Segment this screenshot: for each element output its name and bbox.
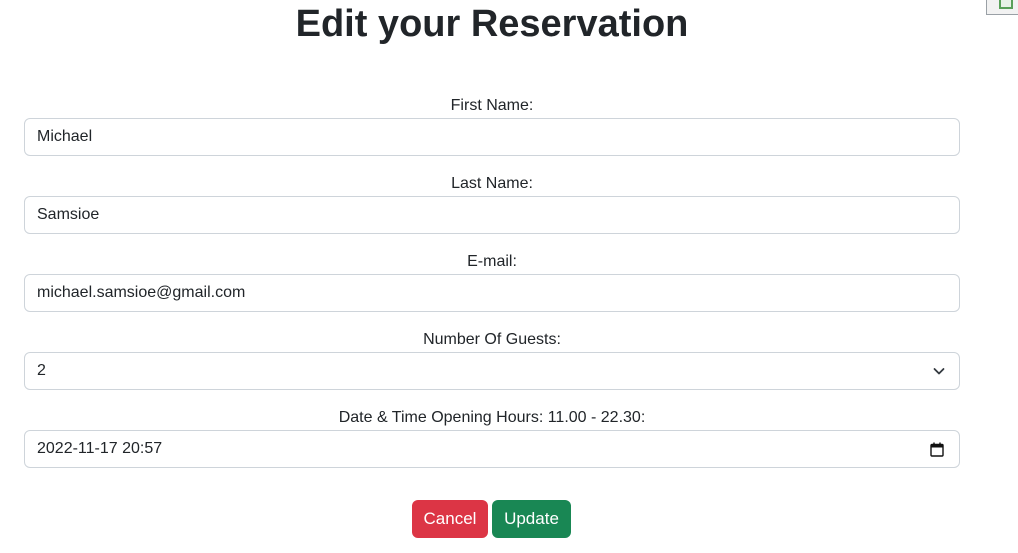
- first-name-input[interactable]: Michael: [24, 118, 960, 156]
- email-input[interactable]: michael.samsioe@gmail.com: [24, 274, 960, 312]
- update-button[interactable]: Update: [492, 500, 571, 538]
- first-name-value: Michael: [37, 128, 93, 145]
- last-name-label: Last Name:: [451, 175, 533, 192]
- email-label: E-mail:: [467, 253, 517, 270]
- last-name-value: Samsioe: [37, 206, 100, 223]
- datetime-value: 2022-11-17 20:57: [37, 440, 163, 457]
- email-value: michael.samsioe@gmail.com: [37, 284, 246, 301]
- chevron-down-icon: [933, 368, 945, 375]
- cancel-button[interactable]: Cancel: [412, 500, 488, 538]
- page-title: Edit your Reservation: [295, 3, 689, 45]
- first-name-label: First Name:: [450, 97, 534, 114]
- datetime-label: Date & Time Opening Hours: 11.00 - 22.30…: [338, 409, 646, 426]
- calendar-icon[interactable]: [930, 442, 944, 457]
- guests-select[interactable]: 2: [24, 352, 960, 390]
- corner-thumbnail-icon: [986, 0, 1018, 15]
- last-name-input[interactable]: Samsioe: [24, 196, 960, 234]
- guests-label: Number Of Guests:: [423, 331, 561, 348]
- datetime-input[interactable]: 2022-11-17 20:57: [24, 430, 960, 468]
- guests-value: 2: [37, 362, 46, 379]
